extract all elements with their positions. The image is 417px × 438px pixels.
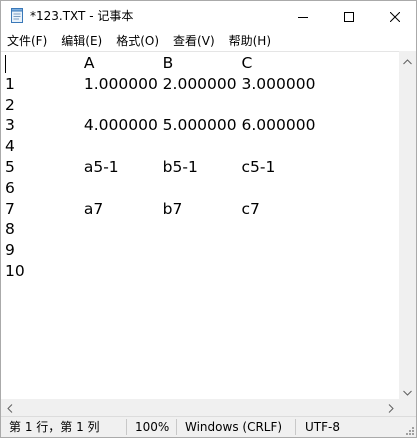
chevron-down-icon bbox=[403, 381, 412, 400]
notepad-window: *123.TXT - 记事本 文件(F) 编辑(E) 格式(O) 查看(V) 帮… bbox=[0, 0, 417, 438]
editor-line: 3 4.000000 5.000000 6.000000 bbox=[5, 116, 316, 135]
cursor-position: 第 1 行，第 1 列 bbox=[9, 420, 100, 434]
minimize-button[interactable] bbox=[280, 1, 326, 31]
maximize-icon bbox=[344, 7, 354, 26]
zoom-level: 100% bbox=[135, 420, 170, 434]
window-title: *123.TXT - 记事本 bbox=[30, 9, 134, 23]
vertical-scrollbar[interactable] bbox=[399, 51, 416, 399]
editor-line: 5 a5-1 b5-1 c5-1 bbox=[5, 157, 276, 176]
text-editor[interactable]: A B C 1 1.000000 2.000000 3.000000 2 3 4.00… bbox=[1, 51, 399, 400]
editor-line: 10 bbox=[5, 261, 25, 280]
editor-line: A B C bbox=[5, 54, 253, 72]
text-caret bbox=[5, 55, 6, 73]
editor-text[interactable]: A B C 1 1.000000 2.000000 3.000000 2 3 4.00… bbox=[5, 53, 315, 282]
chevron-left-icon bbox=[6, 398, 13, 417]
scroll-up-button[interactable] bbox=[399, 51, 416, 68]
menu-view[interactable]: 查看(V) bbox=[168, 31, 220, 51]
title-bar[interactable]: *123.TXT - 记事本 bbox=[1, 1, 416, 31]
editor-line: 4 bbox=[5, 137, 15, 156]
maximize-button[interactable] bbox=[326, 1, 372, 31]
close-button[interactable] bbox=[372, 1, 417, 31]
close-icon bbox=[389, 7, 401, 26]
scroll-left-button[interactable] bbox=[1, 399, 18, 416]
encoding: UTF-8 bbox=[305, 420, 340, 434]
resize-grip-icon[interactable] bbox=[403, 424, 415, 436]
editor-line: 9 bbox=[5, 241, 15, 260]
editor-line: 2 bbox=[5, 95, 15, 114]
status-divider bbox=[295, 419, 296, 435]
status-bar: 第 1 行，第 1 列 100% Windows (CRLF) UTF-8 bbox=[1, 416, 416, 437]
scrollbar-corner bbox=[399, 399, 416, 416]
status-divider bbox=[176, 419, 177, 435]
chevron-up-icon bbox=[403, 50, 412, 69]
horizontal-scrollbar[interactable] bbox=[1, 399, 399, 416]
editor-line: 6 bbox=[5, 178, 15, 197]
menu-format[interactable]: 格式(O) bbox=[111, 31, 164, 51]
editor-line: 1 1.000000 2.000000 3.000000 bbox=[5, 74, 316, 93]
scroll-right-button[interactable] bbox=[382, 399, 399, 416]
status-divider bbox=[126, 419, 127, 435]
chevron-right-icon bbox=[388, 398, 394, 417]
minimize-icon bbox=[298, 7, 308, 26]
editor-line: 7 a7 b7 c7 bbox=[5, 199, 260, 218]
notepad-icon bbox=[10, 8, 24, 23]
scroll-down-button[interactable] bbox=[399, 382, 416, 399]
menu-help[interactable]: 帮助(H) bbox=[224, 31, 276, 51]
line-ending: Windows (CRLF) bbox=[185, 420, 283, 434]
editor-line: 8 bbox=[5, 220, 15, 239]
menu-file[interactable]: 文件(F) bbox=[1, 31, 52, 51]
menu-edit[interactable]: 编辑(E) bbox=[56, 31, 107, 51]
menu-bar: 文件(F) 编辑(E) 格式(O) 查看(V) 帮助(H) bbox=[1, 31, 416, 51]
